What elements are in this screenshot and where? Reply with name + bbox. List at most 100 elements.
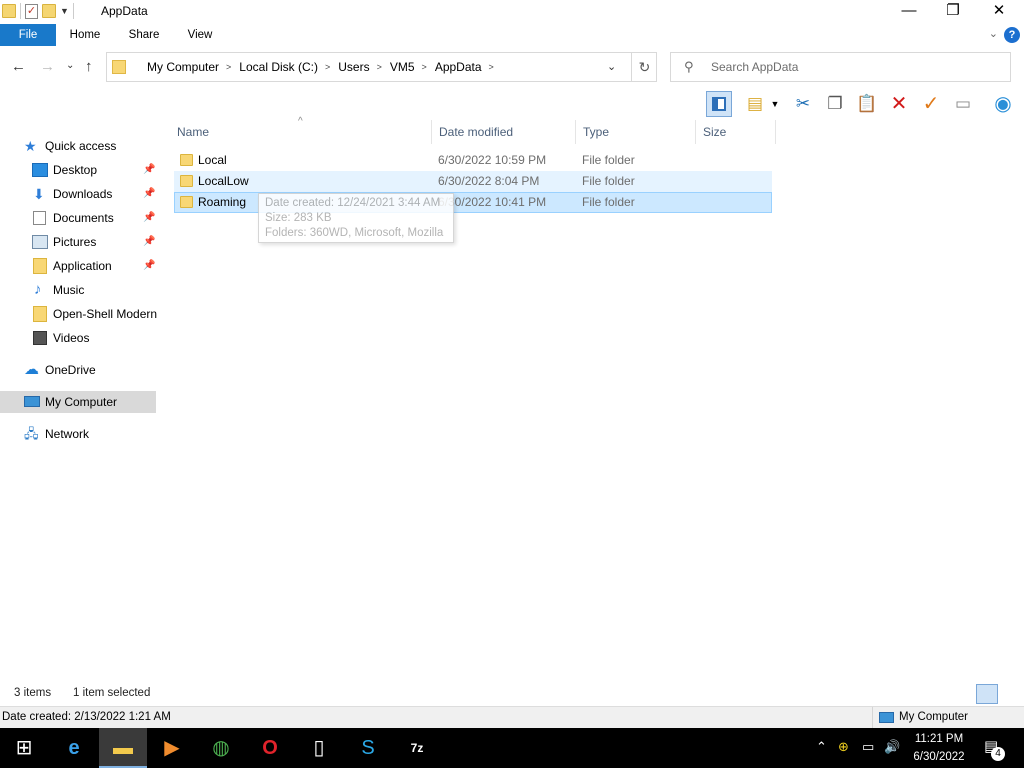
search-box[interactable]: ⚲	[670, 52, 1011, 82]
desktop-icon	[32, 163, 48, 177]
up-arrow-icon[interactable]: ↑	[85, 58, 93, 75]
chevron-right-icon[interactable]: >	[325, 62, 330, 72]
nav-music[interactable]: ♪ Music	[32, 279, 158, 301]
nav-downloads[interactable]: ⬇ Downloads 📌	[32, 183, 158, 205]
expand-ribbon-chevron-icon[interactable]: ⌄	[989, 27, 998, 40]
forward-arrow-icon[interactable]: →	[40, 58, 55, 75]
open-shell-icon[interactable]: ◉	[990, 91, 1016, 117]
breadcrumb-vm5[interactable]: VM5	[390, 60, 415, 74]
opera-icon[interactable]: O	[246, 728, 294, 768]
pin-icon[interactable]: 📌	[143, 159, 155, 181]
tab-home[interactable]: Home	[62, 24, 108, 46]
videos-icon	[33, 331, 47, 345]
breadcrumb: My Computer > Local Disk (C:) > Users > …	[147, 60, 502, 74]
skype-icon[interactable]: S	[344, 728, 392, 768]
cut-icon[interactable]: ✂	[790, 91, 816, 117]
network-icon: 🖧	[24, 426, 39, 441]
paste-icon[interactable]: 📋	[854, 91, 880, 117]
nav-documents[interactable]: Documents 📌	[32, 207, 158, 229]
tab-view[interactable]: View	[180, 24, 220, 46]
new-folder-dropdown-icon[interactable]: ▼	[768, 91, 782, 117]
customize-toolbar-chevron-icon[interactable]: ▼	[60, 6, 69, 16]
file-explorer-icon[interactable]: ▬	[99, 728, 147, 768]
close-button[interactable]: ✕	[976, 0, 1022, 24]
new-folder-icon[interactable]: ▤	[742, 91, 768, 117]
status-bar: 3 items 1 item selected	[0, 684, 1024, 704]
rename-icon[interactable]: ▭	[950, 91, 976, 117]
nav-quick-access[interactable]: ★ Quick access	[24, 135, 154, 157]
7zip-icon[interactable]: 7z	[393, 728, 441, 768]
ie-icon[interactable]: e	[50, 728, 98, 768]
clock[interactable]: 11:21 PM 6/30/2022	[908, 730, 970, 766]
media-player-icon[interactable]: ▶	[148, 728, 196, 768]
item-count: 3 items	[14, 687, 52, 699]
search-icon: ⚲	[684, 59, 694, 74]
minimize-button[interactable]: —	[886, 0, 932, 24]
column-header-date-modified[interactable]: Date modified	[432, 120, 576, 144]
tooltip-size: Size: 283 KB	[265, 212, 332, 224]
breadcrumb-my-computer[interactable]: My Computer	[147, 60, 219, 74]
column-header-type[interactable]: Type	[576, 120, 696, 144]
chevron-right-icon[interactable]: >	[377, 62, 382, 72]
pictures-icon	[32, 235, 48, 249]
show-hidden-icons-chevron-icon[interactable]: ⌃	[816, 739, 827, 755]
chevron-right-icon[interactable]: >	[489, 62, 494, 72]
nav-desktop[interactable]: Desktop 📌	[32, 159, 158, 181]
tab-share[interactable]: Share	[122, 24, 166, 46]
chrome-icon[interactable]: ◍	[197, 728, 245, 768]
separator	[20, 3, 21, 19]
nav-network[interactable]: 🖧 Network	[24, 423, 154, 445]
tab-file[interactable]: File	[0, 24, 56, 46]
large-icons-view-icon[interactable]	[1000, 684, 1022, 704]
command-toolbar: ▤ ▼ ✂ ❐ 📋 ✕ ✓ ▭ ◉	[700, 89, 1024, 119]
notepad-icon[interactable]: ▯	[295, 728, 343, 768]
start-icon[interactable]: ⊞	[0, 728, 48, 768]
folder-icon	[2, 4, 16, 18]
delete-icon[interactable]: ✕	[886, 91, 912, 117]
update-shield-icon[interactable]: ⊕	[838, 739, 849, 755]
copy-icon[interactable]: ❐	[822, 91, 848, 117]
breadcrumb-users[interactable]: Users	[338, 60, 369, 74]
search-input[interactable]	[711, 58, 1001, 76]
nav-videos[interactable]: Videos	[32, 327, 158, 349]
computer-icon	[879, 712, 894, 723]
properties-icon[interactable]: ✓	[25, 3, 38, 19]
pin-icon[interactable]: 📌	[143, 231, 155, 253]
window-title: AppData	[101, 4, 148, 18]
pin-icon[interactable]: 📌	[143, 207, 155, 229]
info-tooltip: Date created: 12/24/2021 3:44 AM Size: 2…	[258, 193, 454, 243]
breadcrumb-appdata[interactable]: AppData	[435, 60, 482, 74]
pin-icon[interactable]: 📌	[143, 183, 155, 205]
cloud-icon: ☁	[24, 361, 39, 378]
details-view-icon[interactable]	[976, 684, 998, 704]
quick-access-toolbar: ✓ ▼	[2, 3, 74, 19]
properties-check-icon[interactable]: ✓	[918, 91, 944, 117]
address-bar[interactable]: My Computer > Local Disk (C:) > Users > …	[106, 52, 657, 82]
nav-my-computer[interactable]: My Computer	[0, 391, 156, 413]
address-history-chevron-icon[interactable]: ⌄	[607, 60, 616, 73]
pin-icon[interactable]: 📌	[143, 255, 155, 277]
chevron-right-icon[interactable]: >	[226, 62, 231, 72]
file-row-local[interactable]: Local 6/30/2022 10:59 PM File folder	[174, 150, 772, 171]
nav-open-shell-modern[interactable]: Open-Shell Modern	[32, 303, 158, 325]
folder-icon	[180, 154, 193, 166]
new-folder-icon[interactable]	[42, 4, 56, 18]
notification-badge: 4	[991, 747, 1005, 761]
chevron-right-icon[interactable]: >	[422, 62, 427, 72]
volume-icon[interactable]: 🔊	[884, 739, 900, 755]
file-row-locallow[interactable]: LocalLow 6/30/2022 8:04 PM File folder	[174, 171, 772, 192]
refresh-icon[interactable]: ↻	[631, 53, 657, 81]
preview-pane-icon[interactable]	[706, 91, 732, 117]
folder-icon	[33, 258, 47, 274]
nav-application[interactable]: Application 📌	[32, 255, 158, 277]
back-arrow-icon[interactable]: ←	[11, 58, 26, 75]
help-icon[interactable]: ?	[1004, 27, 1020, 43]
nav-onedrive[interactable]: ☁ OneDrive	[24, 359, 154, 381]
network-tray-icon[interactable]: ▭	[862, 739, 874, 755]
nav-pictures[interactable]: Pictures 📌	[32, 231, 158, 253]
breadcrumb-local-disk[interactable]: Local Disk (C:)	[239, 60, 318, 74]
column-header-name[interactable]: Name	[170, 120, 432, 144]
column-header-size[interactable]: Size	[696, 120, 776, 144]
restore-button[interactable]: ❐	[930, 0, 976, 24]
recent-locations-chevron-icon[interactable]: ⌄	[66, 60, 74, 71]
